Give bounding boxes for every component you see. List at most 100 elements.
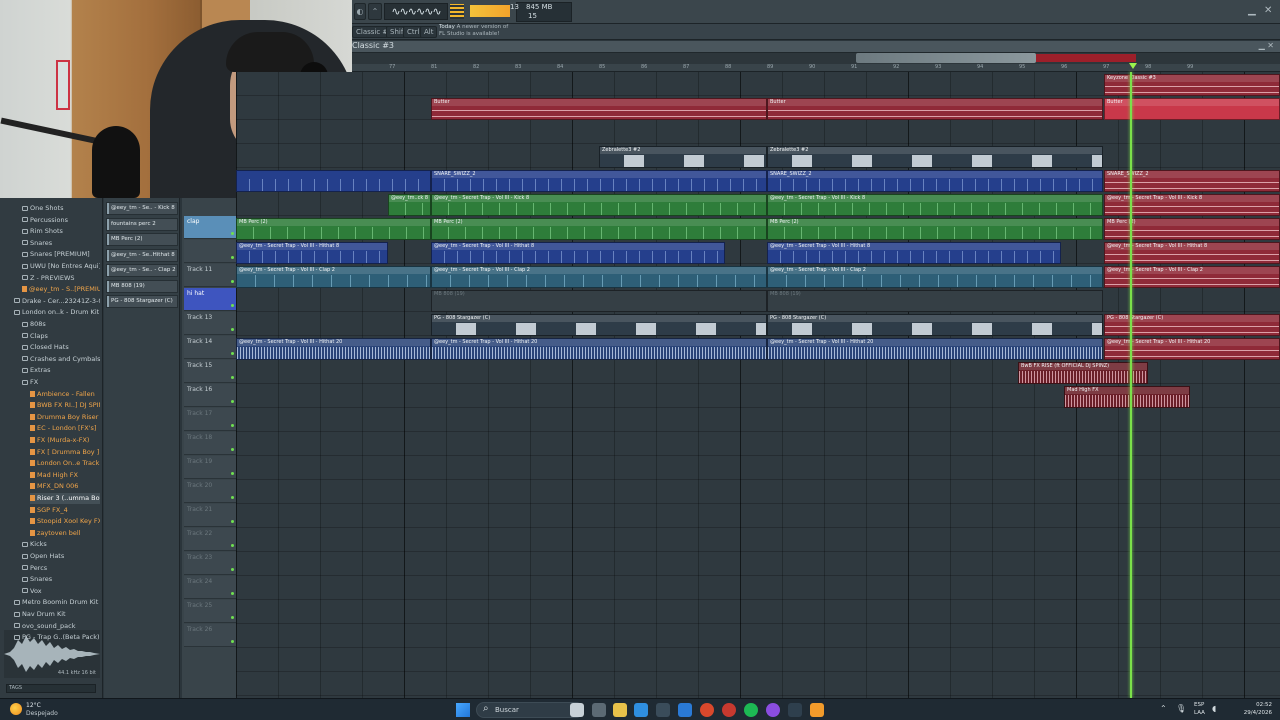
- pattern-clip[interactable]: @eey_tm - Secret Trap - Vol III - Hithat…: [236, 338, 431, 360]
- loop-region[interactable]: [1036, 54, 1136, 62]
- track-header[interactable]: Track 11: [184, 264, 236, 287]
- browser-folder[interactable]: Open Hats: [22, 551, 100, 562]
- pattern-clip[interactable]: Butter: [767, 98, 1103, 120]
- browser-folder[interactable]: Nav Drum Kit: [14, 609, 100, 620]
- browser-folder[interactable]: Drake - Cer...23241Z-3-001: [14, 296, 100, 307]
- browser-file[interactable]: Mad High FX: [30, 470, 100, 481]
- pattern-clip[interactable]: @eey_tm - Secret Trap - Vol III - Hithat…: [767, 242, 1061, 264]
- browser-file[interactable]: zaytoven bell: [30, 528, 100, 539]
- browser-file[interactable]: MFX_DN 006: [30, 481, 100, 492]
- picker-item[interactable]: @eey_tm - Se..Hithat 8: [106, 248, 178, 262]
- track-header[interactable]: clap: [184, 216, 236, 239]
- pattern-clip[interactable]: @eey_tm - Secret Trap - Vol III - Hithat…: [431, 242, 725, 264]
- picker-item[interactable]: MB 808 (19): [106, 279, 178, 293]
- pattern-icon[interactable]: ⌃: [368, 3, 382, 20]
- track-mute-led[interactable]: [231, 496, 234, 499]
- picker-item[interactable]: PG - 808 Stargazer (C): [106, 295, 178, 308]
- browser-folder[interactable]: Extras: [22, 365, 100, 376]
- browser-folder[interactable]: Metro Boomin Drum Kit: [14, 597, 100, 608]
- pattern-clip[interactable]: MB Perc (2): [431, 218, 767, 240]
- browser-folder[interactable]: PG - Trap G..(Beta Pack): [14, 632, 100, 643]
- browser-folder[interactable]: London on..k - Drum Kit: [14, 307, 100, 318]
- track-mute-led[interactable]: [231, 616, 234, 619]
- browser-folder[interactable]: Kicks: [22, 539, 100, 550]
- track-mute-led[interactable]: [231, 568, 234, 571]
- fl-studio-icon[interactable]: [810, 703, 824, 717]
- track-mute-led[interactable]: [231, 232, 234, 235]
- pattern-clip[interactable]: @eey_tm - Secret Trap - Vol III - Kick 8: [767, 194, 1103, 216]
- edge-icon[interactable]: [634, 703, 648, 717]
- playhead-marker[interactable]: [1129, 63, 1137, 69]
- browser-file[interactable]: SGP FX_4: [30, 505, 100, 516]
- track-header[interactable]: Track 24: [184, 576, 236, 599]
- browser-folder[interactable]: Rim Shots: [22, 226, 100, 237]
- track-mute-led[interactable]: [231, 376, 234, 379]
- task-view-icon[interactable]: [592, 703, 606, 717]
- browser-folder[interactable]: Closed Hats: [22, 342, 100, 353]
- pattern-clip[interactable]: Zebralette3 #2: [599, 146, 767, 168]
- track-mute-led[interactable]: [231, 304, 234, 307]
- news-panel[interactable]: Today A newer version of FL Studio is av…: [439, 24, 508, 38]
- track-mute-led[interactable]: [231, 328, 234, 331]
- browser-folder[interactable]: Percs: [22, 563, 100, 574]
- browser-file[interactable]: London On..e Track FX: [30, 458, 100, 469]
- browser-file[interactable]: EC - London [FX's]: [30, 423, 100, 434]
- speaker-icon[interactable]: ◖: [1212, 704, 1216, 713]
- browser-folder[interactable]: 808s: [22, 319, 100, 330]
- picker-item[interactable]: MB Perc (2): [106, 233, 178, 246]
- scroll-thumb[interactable]: [856, 53, 1036, 63]
- pattern-clip[interactable]: @eey_tm - Secret Trap - Vol III - Hithat…: [236, 242, 388, 264]
- pattern-clip[interactable]: @eey_tm..ck 8: [388, 194, 431, 216]
- clock-date[interactable]: 29/4/2026: [1228, 710, 1272, 716]
- browser-folder[interactable]: FX: [22, 377, 100, 388]
- pattern-clip[interactable]: SNARE_SWIZZ_2: [431, 170, 767, 192]
- chrome-icon[interactable]: [700, 703, 714, 717]
- pattern-clip[interactable]: SNARE_SWIZZ_2: [767, 170, 1103, 192]
- browser-folder[interactable]: Claps: [22, 331, 100, 342]
- pattern-clip[interactable]: PG - 808 Stargazer (C): [767, 314, 1103, 336]
- track-mute-led[interactable]: [231, 256, 234, 259]
- discord-icon[interactable]: [766, 703, 780, 717]
- browser-folder[interactable]: Percussions: [22, 215, 100, 226]
- track-mute-led[interactable]: [231, 592, 234, 595]
- browser-folder[interactable]: Snares: [22, 238, 100, 249]
- browser-tags-field[interactable]: TAGS: [6, 684, 96, 693]
- snap-icon[interactable]: ◐: [354, 3, 366, 20]
- pattern-clip[interactable]: Butter: [431, 98, 767, 120]
- pattern-clip[interactable]: Zebralette3 #2: [767, 146, 1103, 168]
- weather-sun-icon[interactable]: [10, 703, 22, 715]
- track-header[interactable]: Track 13: [184, 312, 236, 335]
- track-header[interactable]: Track 16: [184, 384, 236, 407]
- track-header[interactable]: Track 15: [184, 360, 236, 383]
- track-mute-led[interactable]: [231, 544, 234, 547]
- spotify-icon[interactable]: [744, 703, 758, 717]
- mail-icon[interactable]: [678, 703, 692, 717]
- close-icon[interactable]: ✕: [1264, 5, 1272, 16]
- track-header[interactable]: Track 23: [184, 552, 236, 575]
- browser-file[interactable]: FX (Murda-x-FX): [30, 435, 100, 446]
- playlist-scrollbar[interactable]: [352, 53, 1280, 64]
- picker-item[interactable]: fountains perc 2: [106, 217, 178, 231]
- pattern-clip[interactable]: @eey_tm - Secret Trap - Vol III - Hithat…: [767, 338, 1103, 360]
- store-icon[interactable]: [656, 703, 670, 717]
- track-header[interactable]: Track 18: [184, 432, 236, 455]
- browser-folder[interactable]: ovo_sound_pack: [14, 621, 100, 632]
- pattern-clip[interactable]: MB 808 (19): [767, 290, 1103, 312]
- file-explorer-icon[interactable]: [613, 703, 627, 717]
- browser-folder[interactable]: Vox: [22, 586, 100, 597]
- pattern-clip[interactable]: @eey_tm - Secret Trap - Vol III - Hithat…: [431, 338, 767, 360]
- alt-key[interactable]: Alt: [420, 26, 438, 38]
- pattern-clip[interactable]: MB Perc (2): [236, 218, 431, 240]
- tray-mic-icon[interactable]: 🎙: [1176, 704, 1186, 713]
- browser-file[interactable]: Riser 3 (..umma Boy): [30, 493, 100, 504]
- pattern-clip[interactable]: MB Perc (2): [767, 218, 1103, 240]
- browser-file[interactable]: Stoopid Xool Key FX: [30, 516, 100, 527]
- pattern-clip[interactable]: @eey_tm - Secret Trap - Vol III - Clap 2: [767, 266, 1103, 288]
- track-header[interactable]: Track 26: [184, 624, 236, 647]
- playlist-grid[interactable]: Keyzone Classic #3 Butter Butter Butter Zebr…: [236, 72, 1280, 698]
- track-header[interactable]: [184, 240, 236, 263]
- timeline-ruler[interactable]: 77 81 82 83 84 85 86 87 88 89 90 91 92 93 94 95 96 97 98 99: [352, 64, 1280, 72]
- track-mute-led[interactable]: [231, 520, 234, 523]
- track-mute-led[interactable]: [231, 352, 234, 355]
- track-header[interactable]: Track 14: [184, 336, 236, 359]
